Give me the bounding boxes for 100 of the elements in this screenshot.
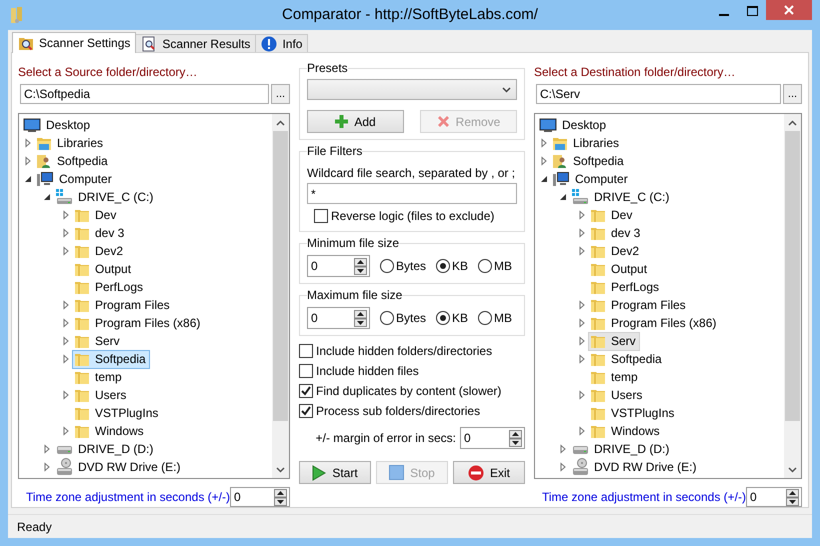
checkbox[interactable]: Process sub folders/directories — [299, 402, 525, 420]
tree-item[interactable]: DRIVE_C (C:) — [53, 188, 158, 206]
preset-button[interactable]: Add — [307, 110, 404, 133]
action-button[interactable]: Start — [299, 461, 371, 484]
tree-item[interactable]: Dev2 — [588, 242, 644, 260]
tab[interactable]: Scanner Settings — [12, 32, 136, 53]
tree-item[interactable]: Dev — [588, 206, 636, 224]
expand-arrow-icon[interactable] — [61, 354, 71, 364]
tree-item[interactable]: Users — [72, 386, 130, 404]
expand-arrow-icon[interactable] — [42, 444, 52, 454]
scroll-down-icon[interactable] — [276, 466, 285, 472]
expand-arrow-icon[interactable] — [23, 138, 33, 148]
radio-button[interactable]: MB — [478, 259, 512, 273]
collapse-arrow-icon[interactable] — [23, 174, 33, 184]
scroll-up-icon[interactable] — [276, 120, 285, 126]
tree-item[interactable]: Dev — [72, 206, 120, 224]
expand-arrow-icon[interactable] — [577, 390, 587, 400]
radio-button[interactable]: MB — [478, 311, 512, 325]
spin-arrows-icon[interactable] — [274, 488, 287, 506]
expand-arrow-icon[interactable] — [539, 138, 549, 148]
expand-arrow-icon[interactable] — [61, 318, 71, 328]
tree-item[interactable]: Softpedia — [34, 152, 112, 170]
expand-arrow-icon[interactable] — [577, 426, 587, 436]
tree-item[interactable]: Serv — [588, 332, 640, 350]
tree-item[interactable]: PerfLogs — [588, 278, 664, 296]
checkbox[interactable]: Include hidden folders/directories — [299, 342, 525, 360]
tab[interactable]: Info — [255, 34, 308, 52]
tree-item[interactable]: Softpedia — [588, 350, 666, 368]
spin-arrows-icon[interactable] — [354, 310, 367, 326]
radio-button[interactable]: KB — [436, 259, 468, 273]
tree-item[interactable]: PerfLogs — [72, 278, 148, 296]
tree-item[interactable]: DRIVE_C (C:) — [569, 188, 674, 206]
tree-item[interactable]: VSTPlugIns — [72, 404, 162, 422]
tree-item[interactable]: DVD RW Drive (E:) — [53, 458, 184, 476]
tree-item[interactable]: DVD RW Drive (E:) — [569, 458, 700, 476]
tree-item[interactable]: dev 3 — [588, 224, 644, 242]
tree-item[interactable]: temp — [588, 368, 642, 386]
action-button[interactable]: Exit — [453, 461, 525, 484]
tree-item[interactable]: Program Files (x86) — [588, 314, 720, 332]
expand-arrow-icon[interactable] — [577, 246, 587, 256]
scroll-down-icon[interactable] — [788, 466, 797, 472]
tree-item[interactable]: Output — [588, 260, 652, 278]
tree-item[interactable]: Windows — [72, 422, 148, 440]
tree-item[interactable]: dev 3 — [72, 224, 128, 242]
expand-arrow-icon[interactable] — [577, 318, 587, 328]
checkbox[interactable]: Reverse logic (files to exclude) — [314, 207, 517, 225]
spin-arrows-icon[interactable] — [509, 430, 522, 446]
tree-item[interactable]: Softpedia — [72, 350, 150, 368]
scroll-thumb[interactable] — [273, 131, 288, 421]
margin-field[interactable]: 0 — [460, 427, 525, 449]
radio-button[interactable]: Bytes — [380, 311, 426, 325]
expand-arrow-icon[interactable] — [61, 228, 71, 238]
tree-item[interactable]: Output — [72, 260, 136, 278]
tree-item[interactable]: Users — [588, 386, 646, 404]
tree-item[interactable]: Serv — [72, 332, 124, 350]
tree-item[interactable]: Softpedia — [550, 152, 628, 170]
timezone-field[interactable]: 0 — [230, 487, 290, 507]
tree-item[interactable]: Program Files (x86) — [72, 314, 204, 332]
tree-item[interactable]: Computer — [550, 170, 632, 188]
collapse-arrow-icon[interactable] — [558, 192, 568, 202]
tree-item[interactable]: Program Files — [72, 296, 174, 314]
tree-item[interactable]: Computer — [34, 170, 116, 188]
browse-button[interactable]: ... — [783, 84, 802, 104]
expand-arrow-icon[interactable] — [61, 246, 71, 256]
path-field[interactable]: C:\Serv — [536, 84, 781, 104]
collapse-arrow-icon[interactable] — [539, 174, 549, 184]
timezone-field[interactable]: 0 — [746, 487, 802, 507]
radio-button[interactable]: KB — [436, 311, 468, 325]
expand-arrow-icon[interactable] — [61, 300, 71, 310]
expand-arrow-icon[interactable] — [539, 156, 549, 166]
expand-arrow-icon[interactable] — [23, 156, 33, 166]
collapse-arrow-icon[interactable] — [42, 192, 52, 202]
expand-arrow-icon[interactable] — [577, 228, 587, 238]
expand-arrow-icon[interactable] — [577, 210, 587, 220]
tree-item[interactable]: Windows — [588, 422, 664, 440]
scrollbar[interactable] — [784, 114, 801, 478]
close-button[interactable] — [766, 0, 812, 20]
expand-arrow-icon[interactable] — [558, 462, 568, 472]
size-field[interactable]: 0 — [307, 255, 370, 277]
tree-item[interactable]: Dev2 — [72, 242, 128, 260]
tree-item[interactable]: DRIVE_D (D:) — [53, 440, 158, 458]
path-field[interactable]: C:\Softpedia — [20, 84, 269, 104]
expand-arrow-icon[interactable] — [61, 390, 71, 400]
tree-item[interactable]: DRIVE_D (D:) — [569, 440, 674, 458]
tab[interactable]: Scanner Results — [135, 34, 256, 52]
expand-arrow-icon[interactable] — [558, 444, 568, 454]
spin-arrows-icon[interactable] — [786, 488, 799, 506]
spin-arrows-icon[interactable] — [354, 258, 367, 274]
expand-arrow-icon[interactable] — [61, 336, 71, 346]
tree-item[interactable]: Desktop — [537, 116, 610, 134]
browse-button[interactable]: ... — [271, 84, 290, 104]
scrollbar[interactable] — [272, 114, 289, 478]
expand-arrow-icon[interactable] — [42, 462, 52, 472]
wildcard-field[interactable]: * — [307, 183, 517, 204]
expand-arrow-icon[interactable] — [577, 354, 587, 364]
tree-item[interactable]: Libraries — [34, 134, 108, 152]
checkbox[interactable]: Include hidden files — [299, 362, 525, 380]
tree-item[interactable]: Libraries — [550, 134, 624, 152]
checkbox[interactable]: Find duplicates by content (slower) — [299, 382, 525, 400]
expand-arrow-icon[interactable] — [61, 426, 71, 436]
